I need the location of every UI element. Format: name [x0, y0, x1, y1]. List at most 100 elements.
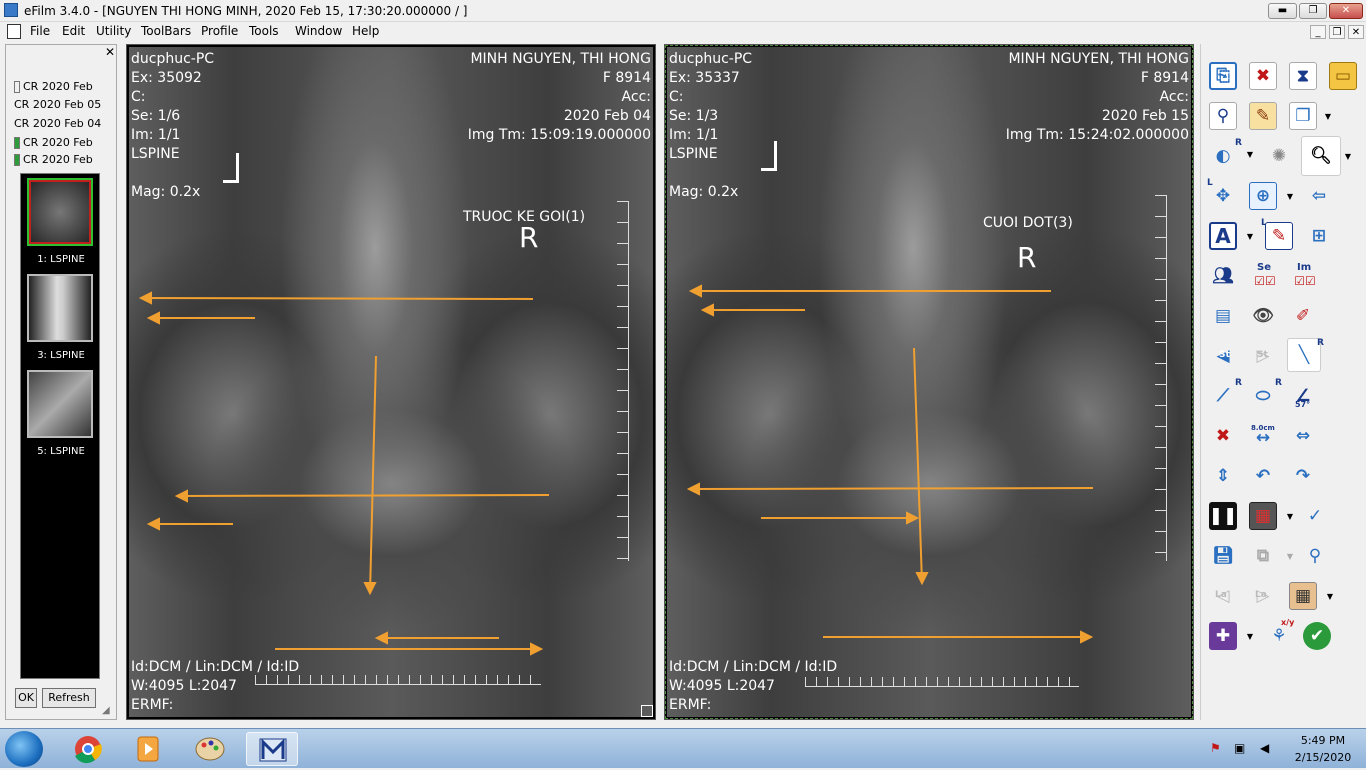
print-icon[interactable]: ✎ [1249, 102, 1277, 130]
menu-toolbars[interactable]: ToolBars [141, 24, 191, 38]
brightness-icon[interactable]: ✺ [1265, 142, 1293, 170]
study-item[interactable]: CR 2020 Feb [14, 134, 104, 151]
clock-time[interactable]: 5:49 PM [1288, 734, 1358, 747]
image-sync-icon[interactable]: ☑☑ [1291, 272, 1319, 290]
series-thumbnail[interactable] [27, 274, 93, 342]
users-icon[interactable]: 👥︎ [1209, 262, 1237, 290]
menu-utility[interactable]: Utility [96, 24, 131, 38]
delete-measure-icon[interactable]: ✖ [1209, 422, 1237, 450]
dropdown-arrow-icon[interactable]: ▼ [1285, 552, 1295, 562]
menu-profile[interactable]: Profile [201, 24, 238, 38]
measure-line[interactable] [369, 355, 377, 594]
copy-layout-icon[interactable]: ❐ [1289, 102, 1317, 130]
close-button[interactable]: ✕ [1329, 3, 1363, 19]
resize-grip-icon[interactable]: ◢ [102, 705, 110, 716]
cine-pause-icon[interactable]: ❚❚ [1209, 502, 1237, 530]
xy-label: x/y [1281, 618, 1295, 627]
zoom-icon[interactable]: ⊕ [1249, 182, 1277, 210]
window-level-icon[interactable]: ◐ [1209, 142, 1237, 170]
flip-horizontal-icon[interactable]: ⇔ [1289, 422, 1317, 450]
edit-annotation-icon[interactable]: ✎ [1265, 222, 1293, 250]
view-icon[interactable]: 👁︎ [1249, 302, 1277, 330]
patient-search-icon[interactable]: ⚲ [1209, 102, 1237, 130]
menu-tools[interactable]: Tools [249, 24, 279, 38]
dropdown-arrow-icon[interactable]: ▼ [1285, 512, 1295, 522]
arrow-head-icon [906, 511, 920, 525]
minimize-button[interactable]: ▬ [1268, 3, 1297, 19]
dropdown-arrow-icon[interactable]: ▼ [1245, 632, 1255, 642]
ok-button[interactable]: OK [15, 688, 37, 708]
start-button[interactable] [5, 731, 43, 767]
ellipse-roi-icon[interactable]: ⬭ [1249, 382, 1277, 410]
dropdown-arrow-icon[interactable]: ▼ [1323, 112, 1333, 122]
key-image-icon[interactable]: ⚲ [1301, 542, 1329, 570]
delete-icon[interactable]: ✖ [1249, 62, 1277, 90]
thumbnail-strip: 1: LSPINE 3: LSPINE 5: LSPINE [20, 173, 100, 679]
menu-window[interactable]: Window [295, 24, 342, 38]
ruler-tool-icon[interactable]: ⟋ [1209, 382, 1237, 410]
text-annotation-icon[interactable]: A [1209, 222, 1237, 250]
checkmark-icon[interactable]: ✔ [1303, 622, 1331, 650]
sync-scroll-icon[interactable]: ✓ [1301, 502, 1329, 530]
hanging-protocol-icon[interactable]: ▦ [1249, 502, 1277, 530]
flip-vertical-icon[interactable]: ⇕ [1209, 462, 1237, 490]
back-arrow-icon[interactable]: ⇦ [1305, 182, 1333, 210]
dropdown-arrow-icon[interactable]: ▼ [1343, 152, 1353, 162]
layout-grid-icon[interactable]: ⊞ [1305, 222, 1333, 250]
measure-line[interactable] [688, 487, 1094, 490]
open-study-icon[interactable]: ⎘ [1209, 62, 1237, 90]
hourglass-icon[interactable]: ⧗ [1289, 62, 1317, 90]
document-icon[interactable] [7, 24, 21, 39]
export-disabled-icon[interactable]: ⧉ [1249, 542, 1277, 570]
refresh-button[interactable]: Refresh [42, 688, 96, 708]
calibrate-icon[interactable]: ↔ [1249, 428, 1277, 448]
series-thumbnail[interactable] [27, 370, 93, 438]
magnify-icon[interactable]: 🔍︎ [1301, 136, 1341, 176]
line-measure-icon[interactable]: ╲ [1287, 338, 1321, 372]
plugin-icon[interactable]: ✚ [1209, 622, 1237, 650]
dropdown-arrow-icon[interactable]: ▼ [1285, 192, 1295, 202]
media-player-app-icon[interactable] [122, 732, 174, 766]
network-icon[interactable]: ▣ [1234, 741, 1248, 755]
series-sync-icon[interactable]: ☑☑ [1251, 272, 1279, 290]
efilm-app-icon[interactable] [4, 3, 18, 17]
clock-date[interactable]: 2/15/2020 [1288, 751, 1358, 764]
annotation-template-icon[interactable]: ▦ [1289, 582, 1317, 610]
study-item[interactable]: CR 2020 Feb [14, 78, 104, 95]
menu-edit[interactable]: Edit [62, 24, 85, 38]
maximize-button[interactable]: ❐ [1299, 3, 1327, 19]
close-icon[interactable]: ✕ [105, 45, 115, 59]
dropdown-arrow-icon[interactable]: ▼ [1245, 150, 1255, 160]
save-image-icon[interactable]: 💾︎ [1209, 542, 1237, 570]
menu-help[interactable]: Help [352, 24, 379, 38]
series-thumbnail[interactable] [27, 178, 93, 246]
paint-app-icon[interactable] [184, 732, 236, 766]
pan-icon[interactable]: ✥ [1209, 182, 1237, 210]
viewport-left[interactable]: ducphuc-PC MINH NGUYEN, THI HONG Ex: 350… [126, 44, 656, 720]
dropdown-arrow-icon[interactable]: ▼ [1325, 592, 1335, 602]
chrome-app-icon[interactable] [62, 732, 114, 766]
folder-icon[interactable]: ▭ [1329, 62, 1357, 90]
network-warning-icon[interactable]: ⚑ [1210, 741, 1224, 755]
mdi-close-button[interactable]: ✕ [1348, 25, 1364, 39]
dropdown-arrow-icon[interactable]: ▼ [1245, 232, 1255, 242]
study-item[interactable]: CR 2020 Feb 04 [14, 115, 104, 132]
erase-annotation-icon[interactable]: ✐ [1289, 302, 1317, 330]
mdi-restore-button[interactable]: ❐ [1329, 25, 1345, 39]
mdi-minimize-button[interactable]: _ [1310, 25, 1326, 39]
report-icon[interactable]: ▤ [1209, 302, 1237, 330]
rotate-left-icon[interactable]: ↶ [1249, 462, 1277, 490]
measure-line[interactable] [913, 347, 923, 584]
chrome-icon [75, 736, 102, 764]
volume-icon[interactable]: ◀ [1260, 741, 1274, 755]
measurement-overlay[interactable] [127, 45, 657, 721]
measure-line[interactable] [140, 297, 534, 300]
study-item[interactable]: CR 2020 Feb [14, 151, 104, 168]
viewport-right[interactable]: ducphuc-PC MINH NGUYEN, THI HONG Ex: 353… [664, 44, 1194, 720]
menu-file[interactable]: File [30, 24, 50, 38]
measure-line[interactable] [176, 494, 550, 497]
efilm-taskbar-button[interactable] [246, 732, 298, 766]
study-item[interactable]: CR 2020 Feb 05 [14, 96, 104, 113]
measurement-overlay[interactable] [665, 45, 1195, 721]
rotate-right-icon[interactable]: ↷ [1289, 462, 1317, 490]
